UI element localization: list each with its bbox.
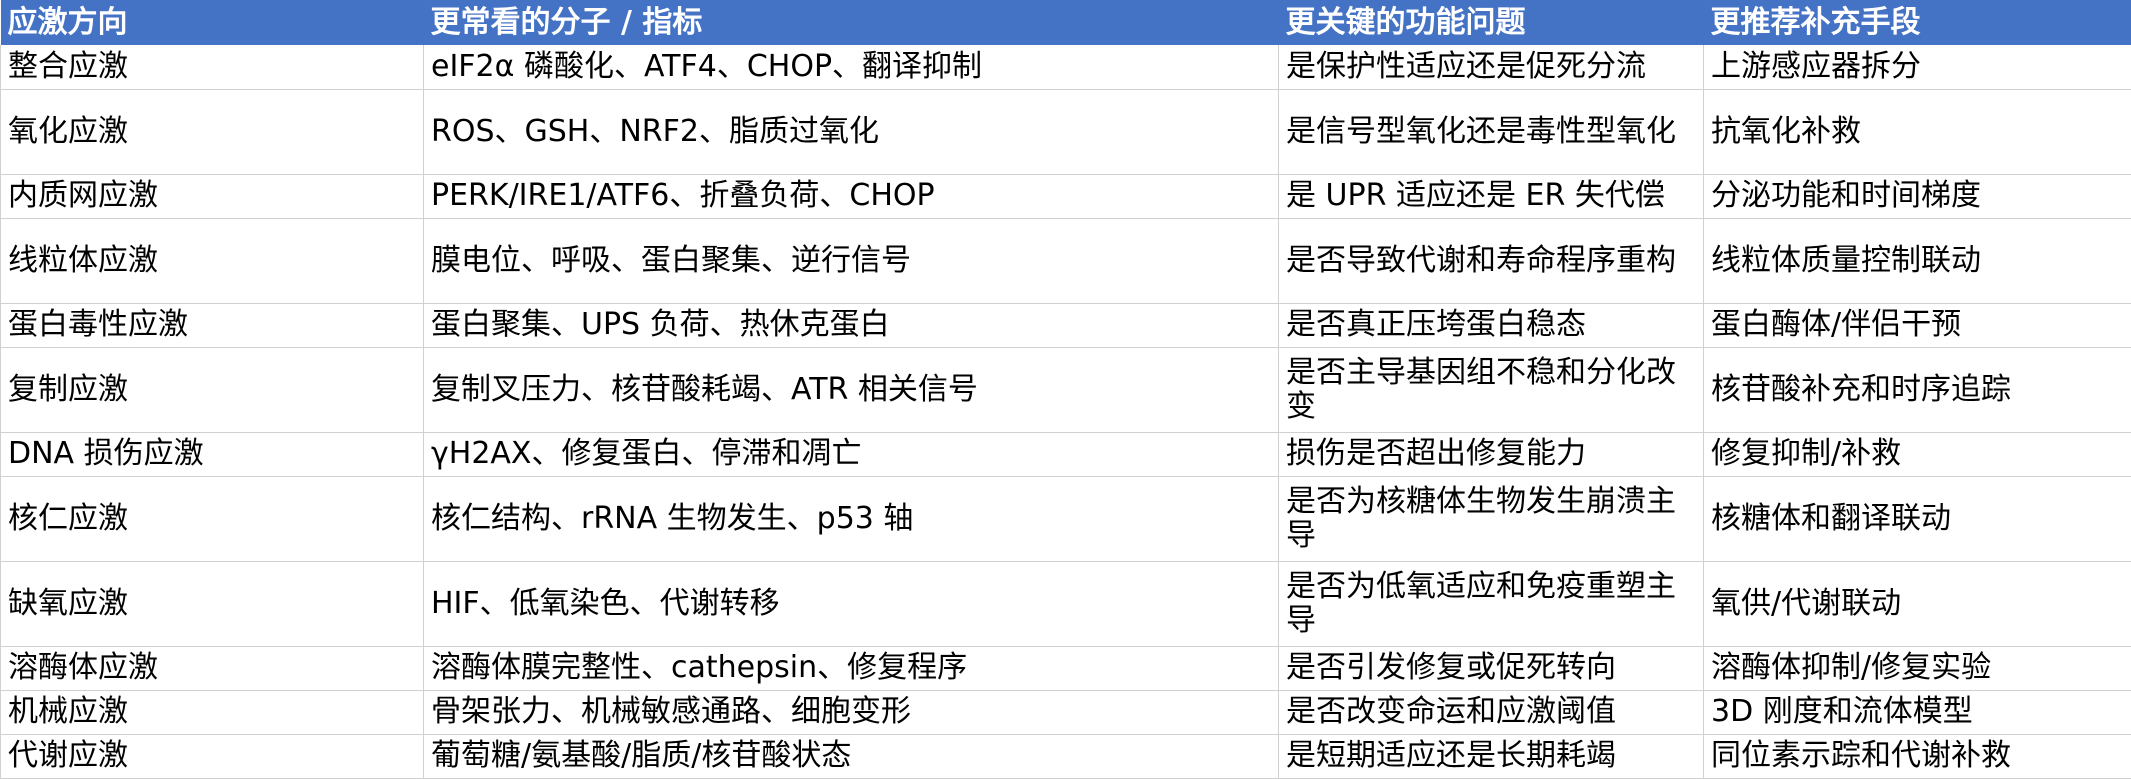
stress-comparison-table: 应激方向 更常看的分子 / 指标 更关键的功能问题 更推荐补充手段 整合应激 e… bbox=[0, 0, 2131, 779]
cell-solution: 核糖体和翻译联动 bbox=[1704, 476, 2131, 561]
cell-direction: DNA 损伤应激 bbox=[1, 432, 424, 476]
cell-direction: 线粒体应激 bbox=[1, 218, 424, 303]
cell-question: 是 UPR 适应还是 ER 失代偿 bbox=[1279, 174, 1704, 218]
header-row: 应激方向 更常看的分子 / 指标 更关键的功能问题 更推荐补充手段 bbox=[1, 0, 2131, 45]
cell-solution: 同位素示踪和代谢补救 bbox=[1704, 734, 2131, 778]
cell-molecules: HIF、低氧染色、代谢转移 bbox=[424, 561, 1279, 646]
cell-question: 是否真正压垮蛋白稳态 bbox=[1279, 303, 1704, 347]
cell-solution: 上游感应器拆分 bbox=[1704, 45, 2131, 89]
cell-direction: 氧化应激 bbox=[1, 89, 424, 174]
table-row: 内质网应激 PERK/IRE1/ATF6、折叠负荷、CHOP 是 UPR 适应还… bbox=[1, 174, 2131, 218]
cell-question: 是短期适应还是长期耗竭 bbox=[1279, 734, 1704, 778]
cell-solution: 溶酶体抑制/修复实验 bbox=[1704, 646, 2131, 690]
cell-solution: 分泌功能和时间梯度 bbox=[1704, 174, 2131, 218]
cell-molecules: 溶酶体膜完整性、cathepsin、修复程序 bbox=[424, 646, 1279, 690]
cell-direction: 代谢应激 bbox=[1, 734, 424, 778]
cell-direction: 溶酶体应激 bbox=[1, 646, 424, 690]
cell-direction: 内质网应激 bbox=[1, 174, 424, 218]
cell-direction: 整合应激 bbox=[1, 45, 424, 89]
table-row: DNA 损伤应激 γH2AX、修复蛋白、停滞和凋亡 损伤是否超出修复能力 修复抑… bbox=[1, 432, 2131, 476]
table-header: 应激方向 更常看的分子 / 指标 更关键的功能问题 更推荐补充手段 bbox=[1, 0, 2131, 45]
cell-molecules: PERK/IRE1/ATF6、折叠负荷、CHOP bbox=[424, 174, 1279, 218]
cell-question: 是否改变命运和应激阈值 bbox=[1279, 690, 1704, 734]
cell-solution: 氧供/代谢联动 bbox=[1704, 561, 2131, 646]
cell-question: 是信号型氧化还是毒性型氧化 bbox=[1279, 89, 1704, 174]
cell-molecules: 葡萄糖/氨基酸/脂质/核苷酸状态 bbox=[424, 734, 1279, 778]
table-row: 蛋白毒性应激 蛋白聚集、UPS 负荷、热休克蛋白 是否真正压垮蛋白稳态 蛋白酶体… bbox=[1, 303, 2131, 347]
cell-molecules: 复制叉压力、核苷酸耗竭、ATR 相关信号 bbox=[424, 347, 1279, 432]
cell-molecules: 蛋白聚集、UPS 负荷、热休克蛋白 bbox=[424, 303, 1279, 347]
cell-question: 是否为核糖体生物发生崩溃主导 bbox=[1279, 476, 1704, 561]
cell-question: 是否为低氧适应和免疫重塑主导 bbox=[1279, 561, 1704, 646]
table-body: 整合应激 eIF2α 磷酸化、ATF4、CHOP、翻译抑制 是保护性适应还是促死… bbox=[1, 45, 2131, 778]
cell-direction: 复制应激 bbox=[1, 347, 424, 432]
cell-solution: 3D 刚度和流体模型 bbox=[1704, 690, 2131, 734]
cell-direction: 机械应激 bbox=[1, 690, 424, 734]
cell-solution: 核苷酸补充和时序追踪 bbox=[1704, 347, 2131, 432]
cell-solution: 线粒体质量控制联动 bbox=[1704, 218, 2131, 303]
cell-direction: 缺氧应激 bbox=[1, 561, 424, 646]
cell-solution: 修复抑制/补救 bbox=[1704, 432, 2131, 476]
cell-molecules: eIF2α 磷酸化、ATF4、CHOP、翻译抑制 bbox=[424, 45, 1279, 89]
cell-solution: 蛋白酶体/伴侣干预 bbox=[1704, 303, 2131, 347]
cell-molecules: 核仁结构、rRNA 生物发生、p53 轴 bbox=[424, 476, 1279, 561]
table-row: 复制应激 复制叉压力、核苷酸耗竭、ATR 相关信号 是否主导基因组不稳和分化改变… bbox=[1, 347, 2131, 432]
table-row: 缺氧应激 HIF、低氧染色、代谢转移 是否为低氧适应和免疫重塑主导 氧供/代谢联… bbox=[1, 561, 2131, 646]
table-row: 氧化应激 ROS、GSH、NRF2、脂质过氧化 是信号型氧化还是毒性型氧化 抗氧… bbox=[1, 89, 2131, 174]
table-row: 整合应激 eIF2α 磷酸化、ATF4、CHOP、翻译抑制 是保护性适应还是促死… bbox=[1, 45, 2131, 89]
header-solution: 更推荐补充手段 bbox=[1704, 0, 2131, 45]
table-row: 线粒体应激 膜电位、呼吸、蛋白聚集、逆行信号 是否导致代谢和寿命程序重构 线粒体… bbox=[1, 218, 2131, 303]
cell-molecules: ROS、GSH、NRF2、脂质过氧化 bbox=[424, 89, 1279, 174]
header-question: 更关键的功能问题 bbox=[1279, 0, 1704, 45]
cell-molecules: 膜电位、呼吸、蛋白聚集、逆行信号 bbox=[424, 218, 1279, 303]
cell-question: 是否引发修复或促死转向 bbox=[1279, 646, 1704, 690]
table-row: 机械应激 骨架张力、机械敏感通路、细胞变形 是否改变命运和应激阈值 3D 刚度和… bbox=[1, 690, 2131, 734]
cell-question: 是否主导基因组不稳和分化改变 bbox=[1279, 347, 1704, 432]
table-row: 溶酶体应激 溶酶体膜完整性、cathepsin、修复程序 是否引发修复或促死转向… bbox=[1, 646, 2131, 690]
cell-question: 损伤是否超出修复能力 bbox=[1279, 432, 1704, 476]
cell-solution: 抗氧化补救 bbox=[1704, 89, 2131, 174]
cell-direction: 蛋白毒性应激 bbox=[1, 303, 424, 347]
cell-direction: 核仁应激 bbox=[1, 476, 424, 561]
cell-question: 是否导致代谢和寿命程序重构 bbox=[1279, 218, 1704, 303]
cell-molecules: 骨架张力、机械敏感通路、细胞变形 bbox=[424, 690, 1279, 734]
header-direction: 应激方向 bbox=[1, 0, 424, 45]
cell-molecules: γH2AX、修复蛋白、停滞和凋亡 bbox=[424, 432, 1279, 476]
cell-question: 是保护性适应还是促死分流 bbox=[1279, 45, 1704, 89]
table-row: 代谢应激 葡萄糖/氨基酸/脂质/核苷酸状态 是短期适应还是长期耗竭 同位素示踪和… bbox=[1, 734, 2131, 778]
table-row: 核仁应激 核仁结构、rRNA 生物发生、p53 轴 是否为核糖体生物发生崩溃主导… bbox=[1, 476, 2131, 561]
header-molecules: 更常看的分子 / 指标 bbox=[424, 0, 1279, 45]
